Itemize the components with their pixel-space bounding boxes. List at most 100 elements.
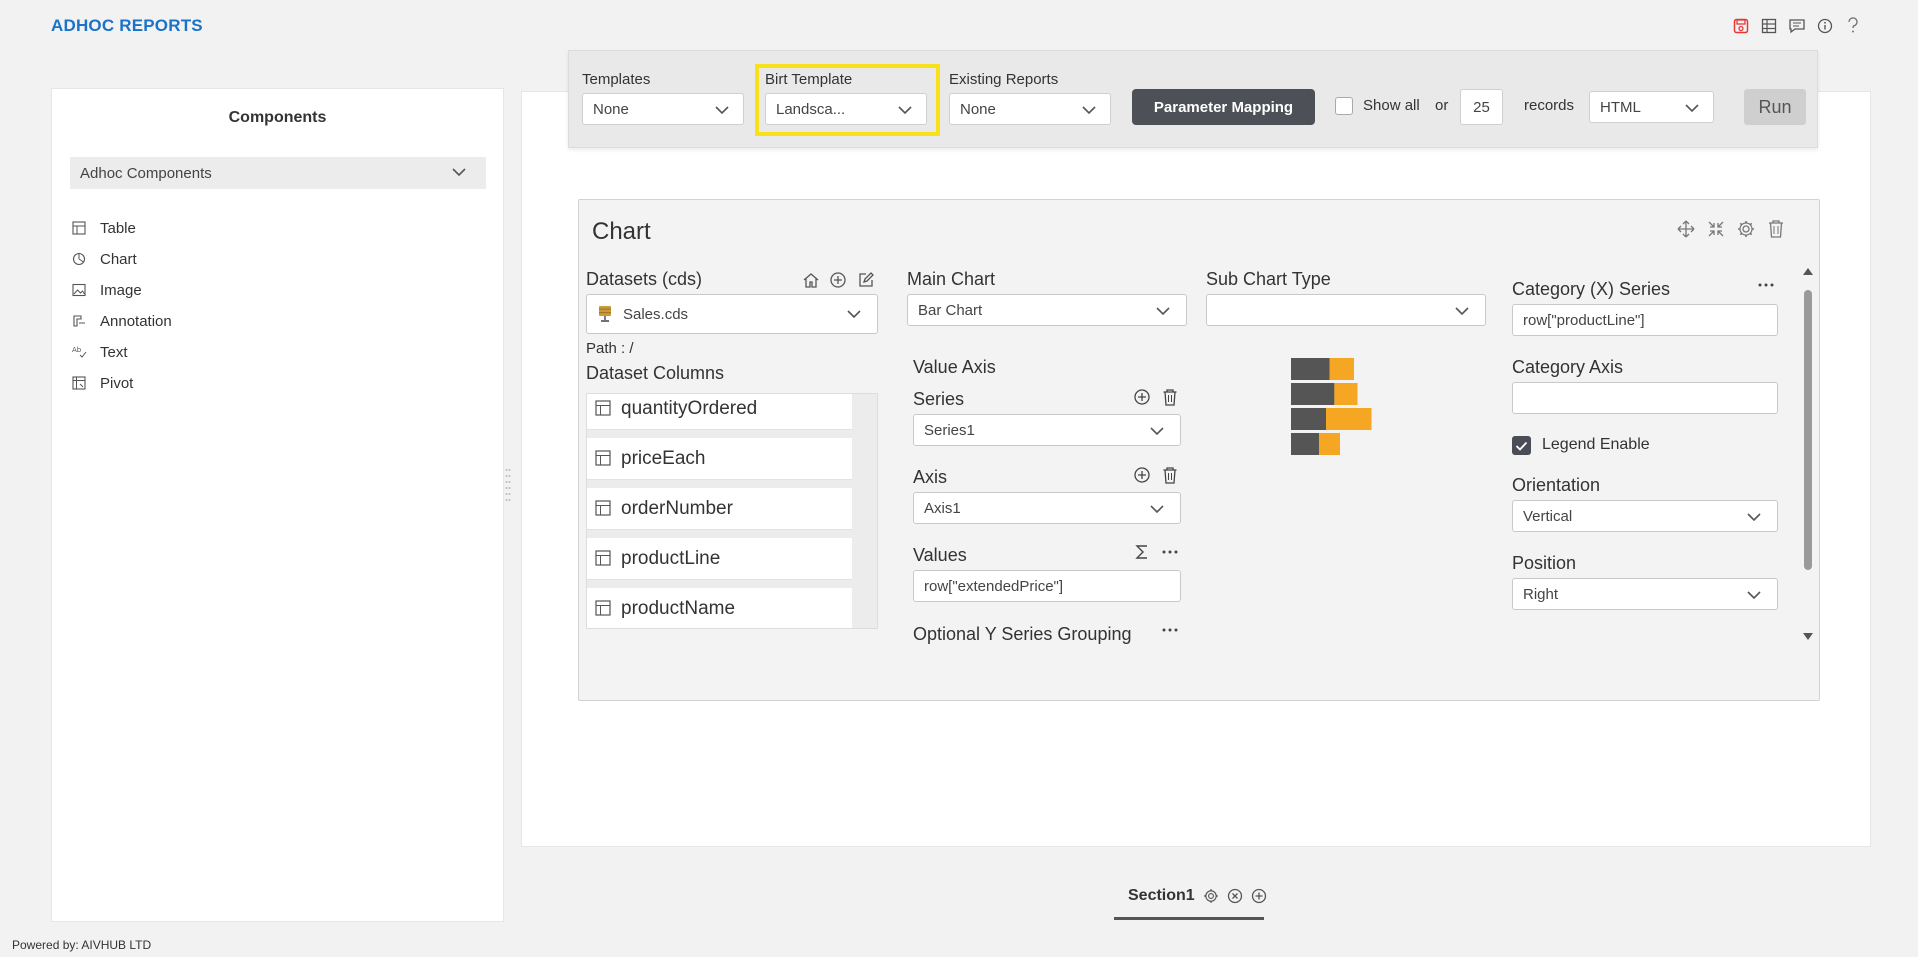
components-list: Table Chart Image Annotation Ab Text Piv…	[72, 213, 172, 399]
more-options-icon[interactable]	[1159, 541, 1181, 563]
components-dropdown[interactable]: Adhoc Components	[70, 157, 486, 189]
birt-template-label: Birt Template	[765, 71, 853, 88]
or-label: or	[1435, 97, 1449, 114]
table-icon	[72, 220, 88, 237]
legend-enable-checkbox[interactable]	[1512, 436, 1531, 455]
chevron-down-icon	[1082, 106, 1096, 115]
values-value: row["extendedPrice"]	[924, 577, 1064, 595]
existing-reports-select[interactable]: None	[949, 93, 1111, 125]
panel-splitter[interactable]	[505, 466, 511, 506]
comment-icon[interactable]	[1787, 16, 1807, 36]
birt-template-select[interactable]: Landsca...	[765, 93, 927, 125]
parameter-mapping-button[interactable]: Parameter Mapping	[1132, 89, 1315, 125]
save-icon[interactable]	[1731, 16, 1751, 36]
values-label: Values	[913, 545, 967, 565]
delete-axis-icon[interactable]	[1159, 464, 1181, 486]
dataset-select[interactable]: Sales.cds	[586, 294, 878, 334]
main-chart-select[interactable]: Bar Chart	[907, 294, 1187, 326]
birt-template-value: Landsca...	[776, 100, 846, 118]
sigma-icon[interactable]	[1131, 541, 1153, 563]
list-item[interactable]: productName	[587, 588, 852, 628]
preview-bar-accent	[1329, 358, 1354, 380]
axis-select[interactable]: Axis1	[913, 492, 1181, 524]
add-series-icon[interactable]	[1131, 386, 1153, 408]
dataset-path: Path : /	[586, 340, 634, 357]
category-axis-input[interactable]	[1512, 382, 1778, 414]
preview-bar-accent	[1326, 408, 1372, 430]
section-settings-gear-icon[interactable]	[1203, 886, 1219, 906]
optional-y-series-grouping-label: Optional Y Series Grouping	[913, 624, 1132, 644]
preview-bar-accent	[1334, 383, 1358, 405]
grid-icon[interactable]	[1759, 16, 1779, 36]
component-label: Text	[100, 344, 128, 361]
more-options-icon[interactable]	[1159, 619, 1181, 641]
add-circle-icon[interactable]	[827, 269, 849, 291]
annotation-icon	[72, 314, 88, 330]
sub-chart-type-select[interactable]	[1206, 294, 1486, 326]
component-item-chart[interactable]: Chart	[72, 244, 172, 275]
orientation-select[interactable]: Vertical	[1512, 500, 1778, 532]
stacked-bar-chart-preview	[1291, 358, 1372, 455]
chart-card-title: Chart	[592, 218, 651, 245]
add-axis-icon[interactable]	[1131, 464, 1153, 486]
footer-powered-by: Powered by: AIVHUB LTD	[12, 938, 152, 952]
orientation-label: Orientation	[1512, 475, 1601, 495]
run-button[interactable]: Run	[1744, 89, 1806, 125]
dataset-columns-list[interactable]: quantityOrdered priceEach orderNumber pr…	[586, 393, 878, 629]
list-item[interactable]: orderNumber	[587, 488, 852, 530]
section-close-icon[interactable]	[1227, 886, 1243, 906]
more-options-icon[interactable]	[1755, 274, 1777, 296]
delete-series-icon[interactable]	[1159, 386, 1181, 408]
section-tab[interactable]: Section1	[1114, 874, 1267, 920]
components-panel: Components Adhoc Components Table Chart …	[51, 88, 504, 922]
help-icon[interactable]	[1843, 16, 1863, 36]
chevron-down-icon	[1150, 427, 1164, 436]
edit-icon[interactable]	[855, 269, 877, 291]
scrollbar-thumb[interactable]	[1804, 290, 1812, 570]
component-label: Image	[100, 282, 142, 299]
table-icon	[595, 449, 613, 468]
settings-gear-icon[interactable]	[1735, 218, 1757, 240]
add-section-icon[interactable]	[1251, 886, 1267, 906]
chart-icon	[72, 252, 88, 268]
table-icon	[595, 499, 613, 518]
category-x-series-input[interactable]: row["productLine"]	[1512, 304, 1778, 336]
delete-trash-icon[interactable]	[1765, 218, 1787, 240]
axis-label: Axis	[913, 467, 948, 487]
datasets-label: Datasets (cds)	[586, 269, 703, 289]
series-select[interactable]: Series1	[913, 414, 1181, 446]
component-item-pivot[interactable]: Pivot	[72, 368, 172, 399]
show-all-checkbox[interactable]	[1335, 97, 1353, 115]
column-name: productLine	[621, 547, 721, 569]
value-axis-label: Value Axis	[913, 357, 996, 377]
records-count-input[interactable]: 25	[1460, 89, 1503, 125]
chevron-down-icon	[1747, 591, 1761, 600]
records-label: records	[1524, 97, 1575, 114]
component-item-table[interactable]: Table	[72, 213, 172, 244]
scroll-up-arrow-icon[interactable]	[1802, 266, 1814, 276]
move-icon[interactable]	[1675, 218, 1697, 240]
main-chart-value: Bar Chart	[918, 301, 983, 319]
position-select[interactable]: Right	[1512, 578, 1778, 610]
existing-reports-value: None	[960, 100, 996, 118]
output-format-select[interactable]: HTML	[1589, 91, 1714, 123]
scroll-down-arrow-icon[interactable]	[1802, 632, 1814, 642]
templates-select[interactable]: None	[582, 93, 744, 125]
info-icon[interactable]	[1815, 16, 1835, 36]
table-icon	[595, 549, 613, 568]
component-item-text[interactable]: Ab Text	[72, 337, 172, 368]
collapse-icon[interactable]	[1705, 218, 1727, 240]
values-input[interactable]: row["extendedPrice"]	[913, 570, 1181, 602]
component-item-image[interactable]: Image	[72, 275, 172, 306]
component-label: Pivot	[100, 375, 134, 392]
chart-card-tools	[1675, 218, 1787, 240]
report-toolbar: Templates None Birt Template Landsca... …	[568, 50, 1818, 148]
component-item-annotation[interactable]: Annotation	[72, 306, 172, 337]
home-icon[interactable]	[800, 269, 822, 291]
preview-bar-dark	[1291, 433, 1319, 455]
chevron-down-icon	[1156, 307, 1170, 316]
list-item[interactable]: priceEach	[587, 438, 852, 480]
component-label: Chart	[100, 251, 137, 268]
list-item[interactable]: productLine	[587, 538, 852, 580]
list-item[interactable]: quantityOrdered	[587, 394, 852, 430]
